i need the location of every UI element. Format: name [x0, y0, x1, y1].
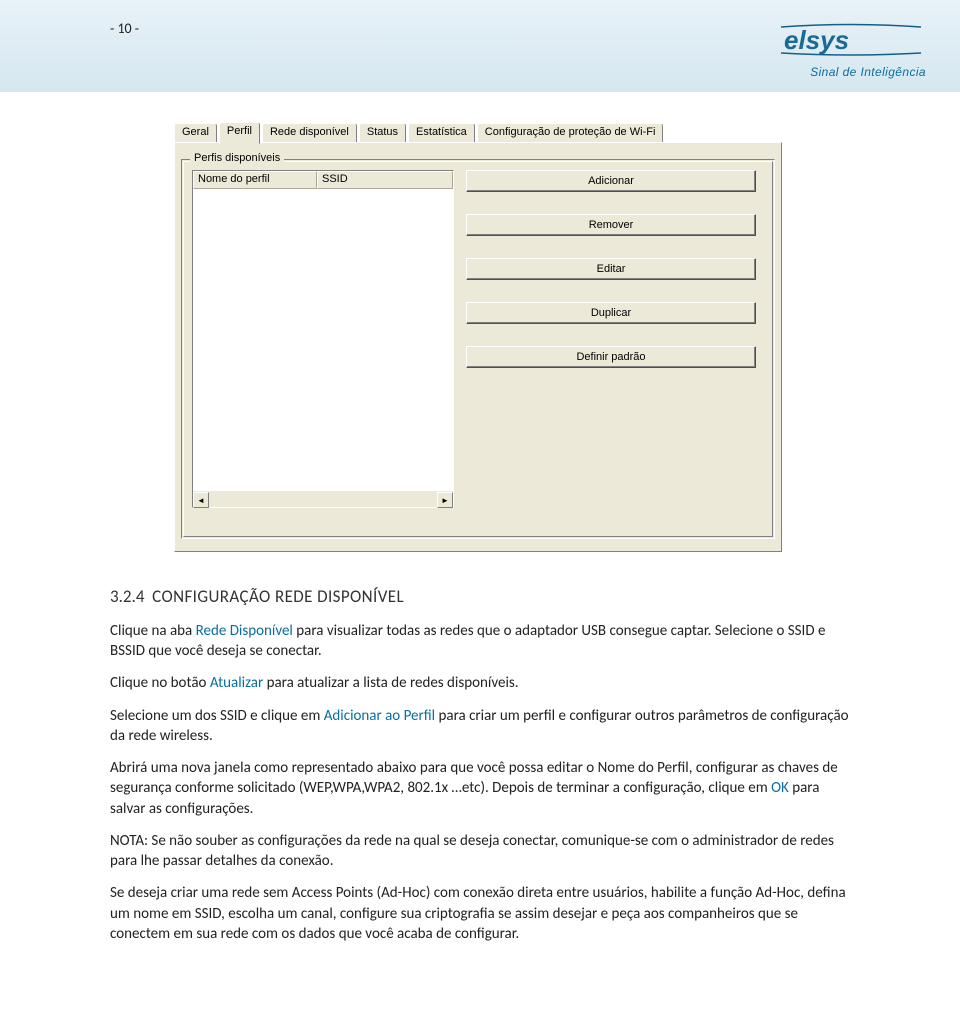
paragraph-3: Selecione um dos SSID e clique em Adicio… — [110, 706, 850, 747]
page-header: - 10 - elsys Sinal de Inteligência — [0, 0, 960, 92]
profiles-area: Nome do perfil SSID ◄ ► Adicion — [192, 170, 764, 528]
section-title: CONFIGURAÇÃO REDE DISPONÍVEL — [152, 586, 404, 607]
page-number: - 10 - — [110, 20, 139, 37]
section-heading: 3.2.4 CONFIGURAÇÃO REDE DISPONÍVEL — [110, 586, 850, 609]
tab-panel: Perfis disponíveis Nome do perfil SSID — [174, 142, 782, 552]
tab-rede-disponivel[interactable]: Rede disponível — [262, 123, 357, 143]
profiles-groupbox: Perfis disponíveis Nome do perfil SSID — [181, 159, 775, 539]
duplicate-button[interactable]: Duplicar — [466, 302, 756, 324]
elsys-logo: elsys — [776, 18, 926, 58]
page-body: Geral Perfil Rede disponível Status Esta… — [0, 120, 960, 944]
profile-actions: Adicionar Remover Editar Duplicar Defini… — [466, 170, 756, 528]
remove-button[interactable]: Remover — [466, 214, 756, 236]
paragraph-6: Se deseja criar uma rede sem Access Poin… — [110, 883, 850, 944]
paragraph-4: Abrirá uma nova janela como representado… — [110, 758, 850, 819]
document-page: - 10 - elsys Sinal de Inteligência Geral… — [0, 0, 960, 1016]
tab-protecao-wifi[interactable]: Configuração de proteção de Wi-Fi — [477, 123, 664, 143]
paragraph-2: Clique no botão Atualizar para atualizar… — [110, 673, 850, 693]
link-adicionar-perfil: Adicionar ao Perfil — [324, 707, 435, 725]
link-ok: OK — [771, 779, 789, 797]
section-body: 3.2.4 CONFIGURAÇÃO REDE DISPONÍVEL Cliqu… — [110, 586, 850, 944]
set-default-button[interactable]: Definir padrão — [466, 346, 756, 368]
column-ssid[interactable]: SSID — [317, 171, 453, 189]
scroll-left-button[interactable]: ◄ — [193, 492, 209, 508]
link-atualizar: Atualizar — [210, 674, 263, 692]
edit-button[interactable]: Editar — [466, 258, 756, 280]
tab-bar: Geral Perfil Rede disponível Status Esta… — [174, 120, 782, 142]
svg-text:elsys: elsys — [784, 25, 849, 55]
tab-geral[interactable]: Geral — [174, 123, 217, 143]
groupbox-legend: Perfis disponíveis — [190, 152, 284, 164]
wifi-config-dialog: Geral Perfil Rede disponível Status Esta… — [174, 120, 782, 552]
listview-header: Nome do perfil SSID — [193, 171, 453, 189]
tab-status[interactable]: Status — [359, 123, 406, 143]
brand-tagline: Sinal de Inteligência — [776, 65, 926, 79]
horizontal-scrollbar[interactable]: ◄ ► — [193, 491, 453, 507]
tab-perfil[interactable]: Perfil — [219, 122, 260, 144]
groupbox-inner: Nome do perfil SSID ◄ ► Adicion — [183, 161, 773, 537]
scroll-right-button[interactable]: ► — [437, 492, 453, 508]
brand-block: elsys Sinal de Inteligência — [776, 18, 926, 79]
paragraph-note: NOTA: Se não souber as configurações da … — [110, 831, 850, 872]
add-button[interactable]: Adicionar — [466, 170, 756, 192]
column-nome-do-perfil[interactable]: Nome do perfil — [193, 171, 317, 189]
paragraph-1: Clique na aba Rede Disponível para visua… — [110, 621, 850, 662]
profiles-listview[interactable]: Nome do perfil SSID ◄ ► — [192, 170, 454, 508]
link-rede-disponivel: Rede Disponível — [196, 622, 293, 640]
section-number: 3.2.4 — [110, 586, 144, 607]
listview-body[interactable] — [193, 189, 453, 491]
tab-estatistica[interactable]: Estatística — [408, 123, 475, 143]
